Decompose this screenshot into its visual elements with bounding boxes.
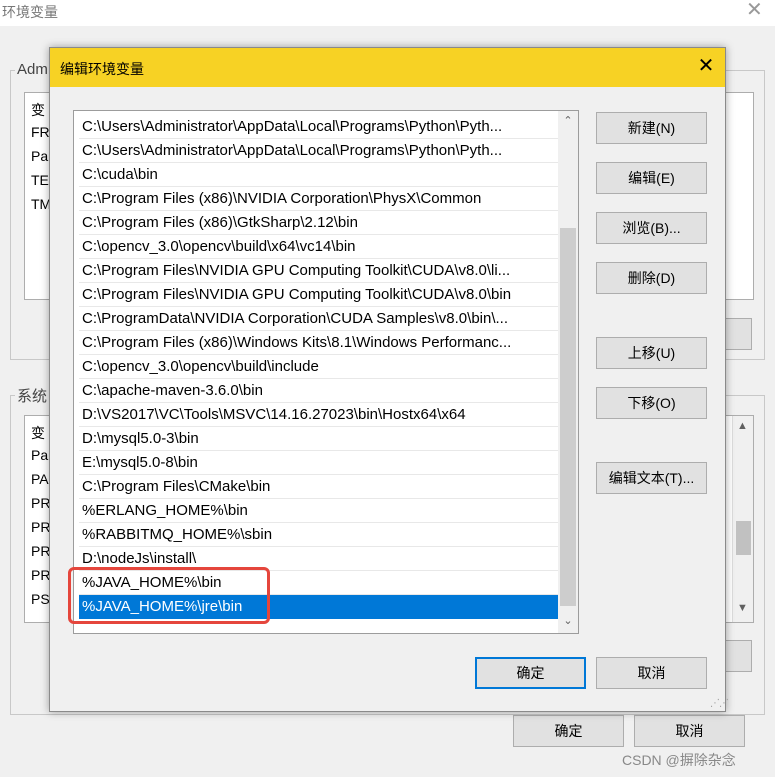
watermark: CSDN @摒除杂念 — [622, 752, 736, 768]
bg-ok-button[interactable]: 确定 — [513, 715, 624, 747]
resize-grip-icon[interactable]: ⋰⋰ — [710, 698, 729, 709]
cancel-button[interactable]: 取消 — [596, 657, 707, 689]
path-list-item[interactable]: C:\opencv_3.0\opencv\build\include — [79, 355, 558, 379]
bg-cancel-button[interactable]: 取消 — [634, 715, 745, 747]
bg-system-vars-label: 系统 — [15, 385, 50, 406]
scroll-up-icon[interactable]: ▲ — [737, 420, 748, 432]
path-list-item[interactable]: %RABBITMQ_HOME%\sbin — [79, 523, 558, 547]
scroll-up-icon[interactable]: ⌃ — [558, 111, 578, 131]
bg-system-var-row[interactable]: PR — [31, 543, 50, 559]
path-list-item[interactable]: C:\Program Files (x86)\Windows Kits\8.1\… — [79, 331, 558, 355]
annotation-highlight-box — [68, 567, 270, 624]
edit-env-dialog: 编辑环境变量 ✕ C:\Users\Administrator\AppData\… — [49, 47, 729, 712]
scroll-down-icon[interactable]: ⌄ — [558, 611, 578, 631]
bg-system-var-row[interactable]: Pa — [31, 447, 48, 463]
path-list-item[interactable]: D:\VS2017\VC\Tools\MSVC\14.16.27023\bin\… — [79, 403, 558, 427]
bg-system-var-row[interactable]: PR — [31, 567, 50, 583]
path-list-item[interactable]: C:\Program Files (x86)\NVIDIA Corporatio… — [79, 187, 558, 211]
path-list-scroll-thumb[interactable] — [560, 228, 576, 606]
scroll-down-icon[interactable]: ▼ — [737, 602, 748, 614]
delete-button[interactable]: 删除(D) — [596, 262, 707, 294]
bg-system-var-row[interactable]: PA — [31, 471, 49, 487]
path-list-item[interactable]: C:\ProgramData\NVIDIA Corporation\CUDA S… — [79, 307, 558, 331]
path-list-scrollbar[interactable]: ⌃ ⌄ — [558, 111, 578, 633]
path-list-item[interactable]: C:\Users\Administrator\AppData\Local\Pro… — [79, 115, 558, 139]
path-list-item[interactable]: %ERLANG_HOME%\bin — [79, 499, 558, 523]
bg-user-var-row[interactable]: 变 — [31, 100, 45, 120]
browse-button[interactable]: 浏览(B)... — [596, 212, 707, 244]
edit-text-button[interactable]: 编辑文本(T)... — [596, 462, 707, 494]
bg-user-var-row[interactable]: TE — [31, 172, 49, 188]
bg-window-titlebar — [0, 0, 775, 26]
path-list-item[interactable]: C:\Program Files\NVIDIA GPU Computing To… — [79, 259, 558, 283]
path-list-item[interactable]: C:\Users\Administrator\AppData\Local\Pro… — [79, 139, 558, 163]
path-list-item[interactable]: C:\apache-maven-3.6.0\bin — [79, 379, 558, 403]
path-list-item[interactable]: C:\opencv_3.0\opencv\build\x64\vc14\bin — [79, 235, 558, 259]
path-list-item[interactable]: D:\mysql5.0-3\bin — [79, 427, 558, 451]
path-list-item[interactable]: C:\cuda\bin — [79, 163, 558, 187]
bg-scroll-thumb[interactable] — [736, 521, 751, 555]
path-rows: C:\Users\Administrator\AppData\Local\Pro… — [79, 115, 558, 619]
move-down-button[interactable]: 下移(O) — [596, 387, 707, 419]
bg-system-var-row[interactable]: 变 — [31, 423, 45, 443]
move-up-button[interactable]: 上移(U) — [596, 337, 707, 369]
bg-window-title: 环境变量 — [2, 4, 58, 20]
new-button[interactable]: 新建(N) — [596, 112, 707, 144]
bg-close-icon[interactable]: ✕ — [746, 0, 763, 20]
dialog-close-icon[interactable]: ✕ — [694, 54, 718, 78]
dialog-titlebar — [50, 48, 725, 87]
bg-system-scrollbar[interactable]: ▲ ▼ — [732, 416, 753, 622]
path-list-item[interactable]: C:\Program Files\NVIDIA GPU Computing To… — [79, 283, 558, 307]
dialog-title: 编辑环境变量 — [60, 61, 144, 77]
bg-system-var-row[interactable]: PS — [31, 591, 50, 607]
bg-user-var-row[interactable]: Pa — [31, 148, 48, 164]
path-list-item[interactable]: C:\Program Files\CMake\bin — [79, 475, 558, 499]
path-list-item[interactable]: C:\Program Files (x86)\GtkSharp\2.12\bin — [79, 211, 558, 235]
bg-system-var-row[interactable]: PR — [31, 519, 50, 535]
bg-user-vars-label: Adm — [15, 61, 50, 78]
bg-user-var-row[interactable]: FR — [31, 124, 50, 140]
path-list-item[interactable]: E:\mysql5.0-8\bin — [79, 451, 558, 475]
path-list[interactable]: C:\Users\Administrator\AppData\Local\Pro… — [73, 110, 579, 634]
bg-system-var-row[interactable]: PR — [31, 495, 50, 511]
ok-button[interactable]: 确定 — [475, 657, 586, 689]
edit-button[interactable]: 编辑(E) — [596, 162, 707, 194]
